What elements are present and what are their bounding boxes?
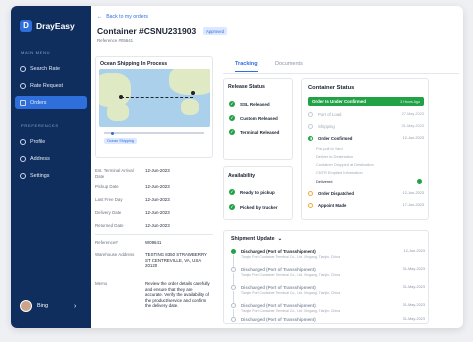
- status-item: ✓ SSL Released: [229, 101, 270, 107]
- check-icon: ✓: [229, 189, 235, 195]
- slider-handle[interactable]: [111, 131, 114, 135]
- sidebar-item-address[interactable]: Address: [15, 152, 87, 165]
- status-item: ✓ Terminal Released: [229, 129, 280, 135]
- availability-title: Availability: [228, 173, 256, 179]
- status-item: ✓ Custom Released: [229, 115, 278, 121]
- tab-bar: Tracking Documents: [223, 60, 459, 74]
- chevron-down-icon: ⌄: [277, 236, 283, 242]
- gear-icon: [20, 172, 26, 179]
- pin-icon: [20, 155, 26, 162]
- clock-icon: [20, 82, 26, 89]
- main-content: ← Back to my orders Container #CSNU23190…: [91, 6, 463, 328]
- shipment-update-card: Shipment Update ⌄ Discharged (Port of Tr…: [223, 230, 429, 324]
- shipping-mode-tag: Ocean Shipping: [104, 138, 138, 144]
- reference-number: Reference #05641: [97, 38, 134, 43]
- user-menu[interactable]: Bing ›: [20, 300, 76, 312]
- preferences-label: PREFERENCES: [21, 123, 59, 128]
- check-icon: ✓: [229, 101, 235, 107]
- check-icon: ✓: [229, 204, 235, 210]
- release-status-title: Release Status: [228, 84, 265, 90]
- shipping-map[interactable]: [99, 69, 210, 127]
- map-card-title: Ocean Shipping In Process: [100, 61, 168, 67]
- status-banner: Order Is Under Confirmed 3 Hours Ago: [308, 97, 424, 106]
- sidebar-item-rate-request[interactable]: Rate Request: [15, 79, 87, 92]
- status-item: ✓ Picked by trucker: [229, 204, 278, 210]
- origin-pin-icon: [119, 95, 123, 99]
- sidebar-item-label: Settings: [30, 172, 50, 179]
- user-icon: [20, 138, 26, 145]
- sidebar-item-settings[interactable]: Settings: [15, 169, 87, 182]
- avatar: [20, 300, 32, 312]
- sidebar-item-profile[interactable]: Profile: [15, 135, 87, 148]
- route-line: [121, 97, 193, 98]
- back-label: Back to my orders: [106, 14, 148, 20]
- availability-card: Availability ✓ Ready to pickup ✓ Picked by…: [223, 166, 293, 220]
- status-badge: Approved: [203, 27, 227, 35]
- app-name: DrayEasy: [36, 21, 75, 31]
- sidebar-item-label: Rate Request: [30, 82, 63, 89]
- main-menu-label: MAIN MENU: [21, 50, 51, 55]
- release-status-card: Release Status ✓ SSL Released ✓ Custom Rel…: [223, 78, 293, 160]
- sidebar-item-search-rate[interactable]: Search Rate: [15, 62, 87, 75]
- destination-pin-icon: [191, 91, 195, 95]
- sidebar-item-label: Search Rate: [30, 65, 60, 72]
- box-icon: [20, 99, 26, 106]
- arrow-left-icon: ←: [97, 14, 103, 20]
- check-icon: ✓: [229, 129, 235, 135]
- app-logo[interactable]: D DrayEasy: [20, 20, 75, 32]
- shipment-update-header[interactable]: Shipment Update ⌄: [231, 236, 282, 242]
- app-window: D DrayEasy MAIN MENU Search Rate Rate Re…: [11, 6, 463, 328]
- sidebar-item-label: Orders: [30, 99, 47, 106]
- container-status-title: Container Status: [308, 85, 355, 91]
- page-title: Container #CSNU231903: [97, 26, 197, 36]
- tab-tracking[interactable]: Tracking: [235, 61, 258, 72]
- sidebar: D DrayEasy MAIN MENU Search Rate Rate Re…: [11, 6, 91, 328]
- tab-documents[interactable]: Documents: [275, 61, 303, 71]
- search-icon: [20, 65, 26, 72]
- progress-slider[interactable]: [104, 131, 204, 135]
- sidebar-item-orders[interactable]: Orders: [15, 96, 87, 109]
- status-item: ✓ Ready to pickup: [229, 189, 275, 195]
- sidebar-item-label: Address: [30, 155, 50, 162]
- sidebar-item-label: Profile: [30, 138, 46, 145]
- current-step-icon: [417, 179, 422, 184]
- check-icon: ✓: [229, 115, 235, 121]
- logo-icon: D: [20, 20, 32, 32]
- user-name: Bing: [37, 303, 49, 309]
- chevron-right-icon: ›: [74, 302, 77, 310]
- map-card: Ocean Shipping In Process Ocean Shipping: [95, 56, 213, 158]
- container-status-card: Container Status Order Is Under Confirme…: [301, 78, 429, 220]
- back-link[interactable]: ← Back to my orders: [97, 14, 148, 20]
